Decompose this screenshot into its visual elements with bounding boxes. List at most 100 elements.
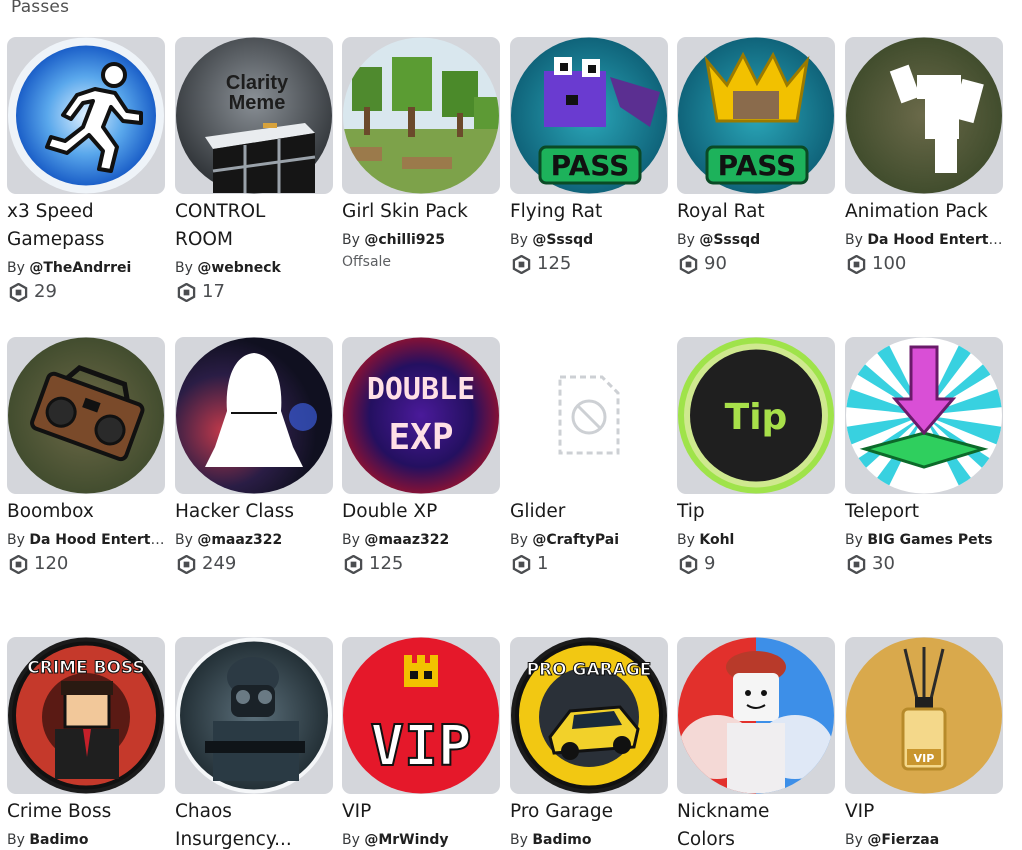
pass-title[interactable]: Tip bbox=[677, 498, 835, 526]
pass-thumbnail[interactable]: PRO GARAGE bbox=[510, 637, 668, 794]
pass-price: 30 bbox=[845, 553, 1003, 575]
pass-title[interactable]: Glider bbox=[510, 498, 668, 526]
pass-card[interactable]: Nickname Colors bbox=[677, 637, 835, 850]
creator-name[interactable]: @Sssqd bbox=[532, 232, 593, 248]
pass-creator[interactable]: By @TheAndrrei bbox=[7, 259, 165, 277]
pass-thumbnail[interactable]: Tip bbox=[677, 337, 835, 494]
pass-title[interactable]: Chaos Insurgency... bbox=[175, 798, 333, 850]
pass-title[interactable]: VIP bbox=[342, 798, 500, 826]
creator-name[interactable]: @maaz322 bbox=[197, 532, 282, 548]
pass-card[interactable]: CRIME BOSS Crime Boss By Badimo bbox=[7, 637, 165, 849]
pass-creator[interactable]: By @chilli925 bbox=[342, 231, 500, 249]
muscle-character-icon bbox=[678, 637, 834, 794]
pass-creator[interactable]: By Badimo bbox=[510, 831, 668, 849]
pass-thumbnail[interactable]: PASS bbox=[510, 37, 668, 194]
pass-card[interactable]: VIP VIP By @MrWindy bbox=[342, 637, 500, 849]
pass-creator[interactable]: By @CraftyPai bbox=[510, 531, 668, 549]
pass-creator[interactable]: By Da Hood Entertainment bbox=[7, 531, 165, 549]
svg-text:PASS: PASS bbox=[551, 149, 630, 182]
pass-card[interactable]: Boombox By Da Hood Entertainment 120 bbox=[7, 337, 165, 575]
pass-title[interactable]: x3 Speed Gamepass bbox=[7, 198, 165, 254]
creator-name[interactable]: @TheAndrrei bbox=[29, 260, 131, 276]
pass-card[interactable]: Girl Skin Pack By @chilli925 Offsale bbox=[342, 37, 500, 270]
pass-card[interactable]: Teleport By BIG Games Pets 30 bbox=[845, 337, 1003, 575]
creator-name[interactable]: @webneck bbox=[197, 260, 281, 276]
pass-card[interactable]: PRO GARAGE Pro Garage By Badimo bbox=[510, 637, 668, 849]
pass-card[interactable]: PASS Flying Rat By @Sssqd 125 bbox=[510, 37, 668, 275]
pass-title[interactable]: Hacker Class bbox=[175, 498, 333, 526]
creator-name[interactable]: Badimo bbox=[29, 832, 88, 848]
creator-name[interactable]: Badimo bbox=[532, 832, 591, 848]
by-label: By bbox=[510, 832, 528, 848]
pass-card[interactable]: Hacker Class By @maaz322 249 bbox=[175, 337, 333, 575]
creator-name[interactable]: Kohl bbox=[699, 532, 734, 548]
price-value: 30 bbox=[872, 553, 895, 574]
pass-thumbnail[interactable] bbox=[175, 337, 333, 494]
pass-thumbnail[interactable]: DOUBLE EXP bbox=[342, 337, 500, 494]
robux-icon bbox=[847, 254, 866, 274]
creator-name[interactable]: @MrWindy bbox=[364, 832, 448, 848]
pass-title[interactable]: Animation Pack bbox=[845, 198, 1003, 226]
pass-card[interactable]: DOUBLE EXP Double XP By @maaz322 125 bbox=[342, 337, 500, 575]
pass-creator[interactable]: By Da Hood Entertainment bbox=[845, 231, 1003, 249]
pass-creator[interactable]: By @Fierzaa bbox=[845, 831, 1003, 849]
pass-thumbnail[interactable] bbox=[845, 337, 1003, 494]
pass-card[interactable]: Chaos Insurgency... bbox=[175, 637, 333, 850]
pass-thumbnail[interactable] bbox=[677, 637, 835, 794]
pass-creator[interactable]: By @MrWindy bbox=[342, 831, 500, 849]
pass-thumbnail[interactable]: VIP bbox=[845, 637, 1003, 794]
pass-thumbnail[interactable]: Clarity Meme bbox=[175, 37, 333, 194]
creator-name[interactable]: @chilli925 bbox=[364, 232, 445, 248]
creator-name[interactable]: @maaz322 bbox=[364, 532, 449, 548]
creator-name[interactable]: Da Hood Entertainment bbox=[867, 232, 1003, 248]
creator-name[interactable]: Da Hood Entertainment bbox=[29, 532, 165, 548]
pass-card[interactable]: VIP VIP By @Fierzaa bbox=[845, 637, 1003, 849]
pass-creator[interactable]: By Kohl bbox=[677, 531, 835, 549]
pass-creator[interactable]: By @maaz322 bbox=[175, 531, 333, 549]
pass-thumbnail[interactable] bbox=[175, 637, 333, 794]
pass-card[interactable]: PASS Royal Rat By @Sssqd 90 bbox=[677, 37, 835, 275]
pass-thumbnail[interactable]: PASS bbox=[677, 37, 835, 194]
pass-thumbnail[interactable] bbox=[7, 337, 165, 494]
boombox-icon bbox=[8, 337, 164, 494]
pass-creator[interactable]: By BIG Games Pets bbox=[845, 531, 1003, 549]
pass-title[interactable]: Boombox bbox=[7, 498, 165, 526]
pass-thumbnail[interactable] bbox=[510, 337, 668, 494]
pass-creator[interactable]: By @webneck bbox=[175, 259, 333, 277]
pass-card[interactable]: Glider By @CraftyPai 1 bbox=[510, 337, 668, 575]
creator-name[interactable]: BIG Games Pets bbox=[867, 532, 992, 548]
pass-creator[interactable]: By @Sssqd bbox=[677, 231, 835, 249]
robux-icon bbox=[679, 554, 698, 574]
minecraft-forest-icon bbox=[343, 37, 499, 194]
pass-thumbnail[interactable] bbox=[845, 37, 1003, 194]
pass-title[interactable]: VIP bbox=[845, 798, 1003, 826]
pass-title[interactable]: Flying Rat bbox=[510, 198, 668, 226]
creator-name[interactable]: @Sssqd bbox=[699, 232, 760, 248]
vip-perfume-bottle-icon: VIP bbox=[846, 637, 1002, 794]
pass-title[interactable]: Double XP bbox=[342, 498, 500, 526]
svg-text:Clarity: Clarity bbox=[226, 72, 289, 94]
pass-card[interactable]: Clarity Meme CONTROL ROOM By @webneck 17 bbox=[175, 37, 333, 303]
pass-creator[interactable]: By @Sssqd bbox=[510, 231, 668, 249]
crowned-rat-pass-icon: PASS bbox=[678, 37, 834, 194]
by-label: By bbox=[7, 532, 25, 548]
pass-card[interactable]: Tip Tip By Kohl 9 bbox=[677, 337, 835, 575]
pass-thumbnail[interactable]: CRIME BOSS bbox=[7, 637, 165, 794]
purple-rat-pass-icon: PASS bbox=[511, 37, 667, 194]
pass-title[interactable]: Teleport bbox=[845, 498, 1003, 526]
pass-creator[interactable]: By @maaz322 bbox=[342, 531, 500, 549]
pass-thumbnail[interactable]: VIP bbox=[342, 637, 500, 794]
pass-title[interactable]: Girl Skin Pack bbox=[342, 198, 500, 226]
pass-title[interactable]: Crime Boss bbox=[7, 798, 165, 826]
creator-name[interactable]: @Fierzaa bbox=[867, 832, 939, 848]
pass-card[interactable]: Animation Pack By Da Hood Entertainment … bbox=[845, 37, 1003, 275]
creator-name[interactable]: @CraftyPai bbox=[532, 532, 619, 548]
pass-card[interactable]: x3 Speed Gamepass By @TheAndrrei 29 bbox=[7, 37, 165, 303]
pass-thumbnail[interactable] bbox=[342, 37, 500, 194]
pass-title[interactable]: Pro Garage bbox=[510, 798, 668, 826]
pass-title[interactable]: Nickname Colors bbox=[677, 798, 835, 850]
pass-thumbnail[interactable] bbox=[7, 37, 165, 194]
pass-title[interactable]: Royal Rat bbox=[677, 198, 835, 226]
pass-creator[interactable]: By Badimo bbox=[7, 831, 165, 849]
pass-title[interactable]: CONTROL ROOM bbox=[175, 198, 333, 254]
